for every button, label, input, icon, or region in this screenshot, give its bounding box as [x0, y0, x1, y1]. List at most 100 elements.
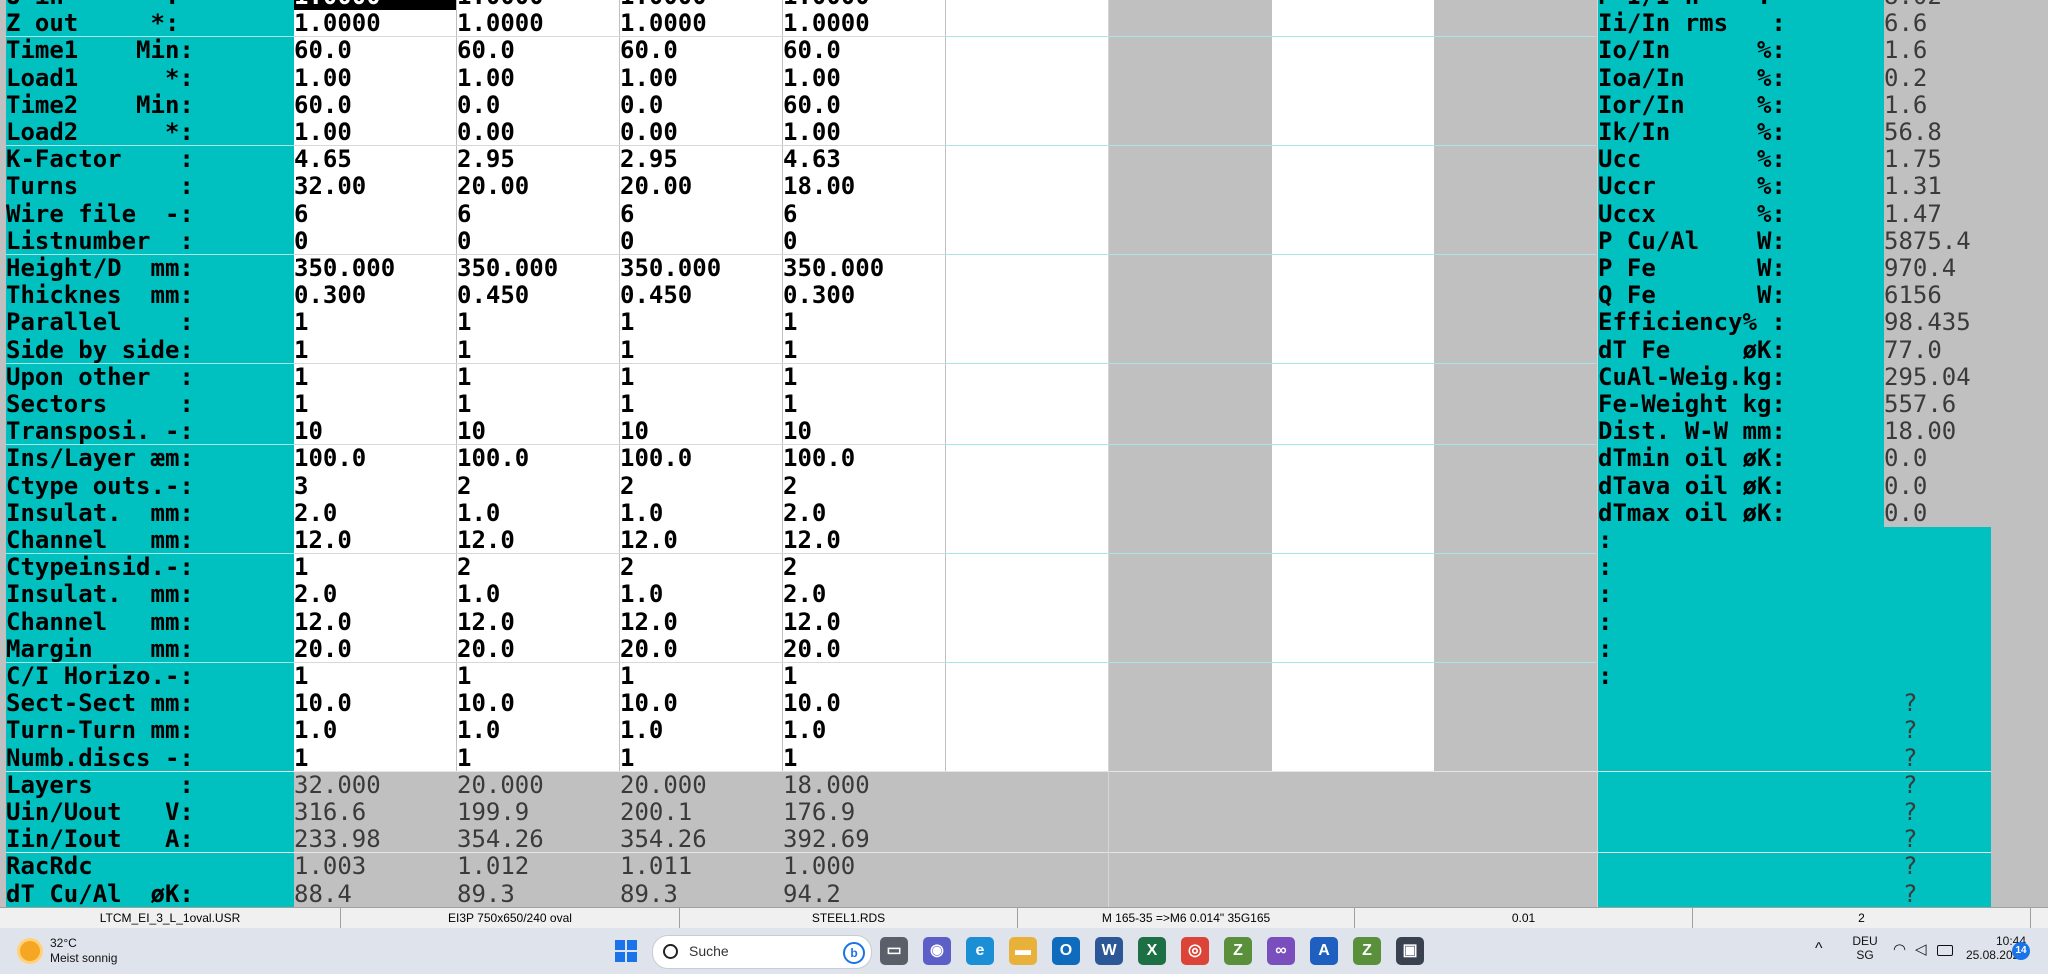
winding-input-cell[interactable]: 1	[457, 364, 619, 391]
winding-input-cell[interactable]: 20.0	[457, 636, 619, 663]
winding-input-cell[interactable]: 12.0	[620, 527, 782, 554]
winding-input-cell[interactable]: 12.0	[457, 609, 619, 636]
winding-input-cell[interactable]: 10	[620, 418, 782, 445]
winding-input-cell[interactable]: 1	[294, 663, 456, 690]
winding-input-cell[interactable]: 12.0	[294, 527, 456, 554]
winding-input-cell[interactable]: 0.0	[457, 92, 619, 119]
winding-input-cell[interactable]: 100.0	[457, 445, 619, 472]
battery-icon[interactable]	[1937, 945, 1953, 956]
outlook-icon[interactable]: O	[1052, 937, 1080, 965]
winding-input-cell[interactable]: 350.000	[294, 255, 456, 282]
winding-input-cell[interactable]: 0	[620, 228, 782, 255]
winding-input-cell[interactable]: 1	[457, 391, 619, 418]
excel-icon[interactable]: X	[1138, 937, 1166, 965]
edge-icon[interactable]: e	[966, 937, 994, 965]
winding-input-cell[interactable]: 0	[783, 228, 945, 255]
winding-input-cell[interactable]: 10.0	[620, 690, 782, 717]
winding-input-cell[interactable]: 12.0	[620, 609, 782, 636]
winding-input-cell[interactable]: 12.0	[457, 527, 619, 554]
winding-input-cell[interactable]: 6	[457, 201, 619, 228]
winding-input-cell[interactable]: 1	[294, 554, 456, 581]
winding-input-cell[interactable]: 60.0	[294, 37, 456, 64]
winding-input-cell[interactable]: 3	[294, 473, 456, 500]
winding-input-cell[interactable]: 0.00	[620, 119, 782, 146]
winding-input-cell[interactable]: 20.00	[620, 173, 782, 200]
winding-input-cell[interactable]: 100.0	[620, 445, 782, 472]
winding-input-cell[interactable]: 6	[783, 201, 945, 228]
winding-input-cell[interactable]: 1	[620, 663, 782, 690]
winding-input-cell[interactable]: 1.00	[620, 65, 782, 92]
winding-input-cell[interactable]: 1.00	[294, 119, 456, 146]
winding-input-cell[interactable]: 60.0	[783, 92, 945, 119]
winding-input-cell[interactable]: 2.0	[783, 581, 945, 608]
winding-input-cell[interactable]: 1.00	[457, 65, 619, 92]
winding-input-cell[interactable]: 1	[294, 391, 456, 418]
weather-widget[interactable]: 32°C Meist sonnig	[12, 934, 162, 968]
winding-input-cell[interactable]: 1	[783, 745, 945, 772]
winding-input-cell[interactable]: 2	[783, 554, 945, 581]
task-view-icon[interactable]: ▭	[880, 937, 908, 965]
notification-badge-icon[interactable]: 14	[2012, 942, 2030, 960]
winding-input-cell[interactable]: 2	[620, 554, 782, 581]
winding-input-cell[interactable]: 1.0	[620, 581, 782, 608]
winding-input-cell[interactable]: 0.300	[294, 282, 456, 309]
winding-input-cell[interactable]: 1.0	[620, 500, 782, 527]
z-app-icon[interactable]: Z	[1224, 937, 1252, 965]
winding-input-cell[interactable]: 1	[620, 391, 782, 418]
winding-input-cell[interactable]: 0.0	[620, 92, 782, 119]
visual-studio-icon[interactable]: ∞	[1267, 937, 1295, 965]
winding-input-cell[interactable]: 1	[783, 663, 945, 690]
winding-input-cell[interactable]: 1.0	[457, 500, 619, 527]
calculation-app-icon[interactable]: ▣	[1396, 937, 1424, 965]
winding-input-cell[interactable]: 12.0	[783, 527, 945, 554]
winding-input-cell[interactable]: 1.0000	[783, 0, 945, 10]
winding-input-cell[interactable]: 60.0	[783, 37, 945, 64]
winding-input-cell[interactable]: 20.0	[783, 636, 945, 663]
winding-input-cell[interactable]: 10.0	[294, 690, 456, 717]
a-app-icon[interactable]: A	[1310, 937, 1338, 965]
chrome-icon[interactable]: ◎	[1181, 937, 1209, 965]
winding-input-cell[interactable]: 20.0	[620, 636, 782, 663]
winding-input-cell[interactable]: 10	[457, 418, 619, 445]
winding-input-cell[interactable]: 1.0000	[620, 0, 782, 10]
winding-input-cell[interactable]: 1	[457, 337, 619, 364]
winding-input-cell[interactable]: 1	[457, 309, 619, 336]
winding-input-cell[interactable]: 2.0	[294, 581, 456, 608]
winding-input-cell[interactable]: 2.0	[294, 500, 456, 527]
search-box[interactable]: Suche b	[652, 935, 872, 969]
winding-input-cell[interactable]: 1.0000	[457, 0, 619, 10]
winding-input-cell[interactable]: 350.000	[457, 255, 619, 282]
winding-input-cell[interactable]: 1.0	[620, 717, 782, 744]
winding-input-cell[interactable]: 6	[294, 201, 456, 228]
winding-input-cell[interactable]: 1.0000	[620, 10, 782, 37]
winding-input-cell[interactable]: 10.0	[457, 690, 619, 717]
winding-input-cell[interactable]: 1	[620, 337, 782, 364]
winding-input-cell[interactable]: 0.450	[457, 282, 619, 309]
winding-input-cell[interactable]: 2	[457, 473, 619, 500]
winding-input-cell[interactable]: 1.0	[783, 717, 945, 744]
winding-input-cell[interactable]: 350.000	[783, 255, 945, 282]
winding-input-cell[interactable]: 0.300	[783, 282, 945, 309]
winding-input-cell[interactable]: 1	[783, 391, 945, 418]
winding-input-cell[interactable]: 20.00	[457, 173, 619, 200]
winding-input-cell[interactable]: 60.0	[620, 37, 782, 64]
winding-input-cell[interactable]: 350.000	[620, 255, 782, 282]
winding-input-cell[interactable]: 1	[783, 337, 945, 364]
winding-input-cell[interactable]: 2	[783, 473, 945, 500]
winding-input-cell[interactable]: 1.0000	[294, 0, 456, 11]
winding-input-cell[interactable]: 18.00	[783, 173, 945, 200]
winding-input-cell[interactable]: 1	[783, 309, 945, 336]
winding-input-cell[interactable]: 0	[294, 228, 456, 255]
winding-input-cell[interactable]: 1	[783, 364, 945, 391]
winding-input-cell[interactable]: 20.0	[294, 636, 456, 663]
winding-input-cell[interactable]: 1.0	[457, 717, 619, 744]
start-button[interactable]	[612, 937, 640, 965]
winding-input-cell[interactable]: 1	[620, 364, 782, 391]
winding-input-cell[interactable]: 2.95	[457, 146, 619, 173]
teams-icon[interactable]: ◉	[923, 937, 951, 965]
winding-input-cell[interactable]: 32.00	[294, 173, 456, 200]
language-indicator[interactable]: DEU SG	[1848, 934, 1882, 962]
winding-input-cell[interactable]: 100.0	[783, 445, 945, 472]
winding-input-cell[interactable]: 1.00	[294, 65, 456, 92]
wifi-icon[interactable]: ◠	[1893, 940, 1906, 958]
